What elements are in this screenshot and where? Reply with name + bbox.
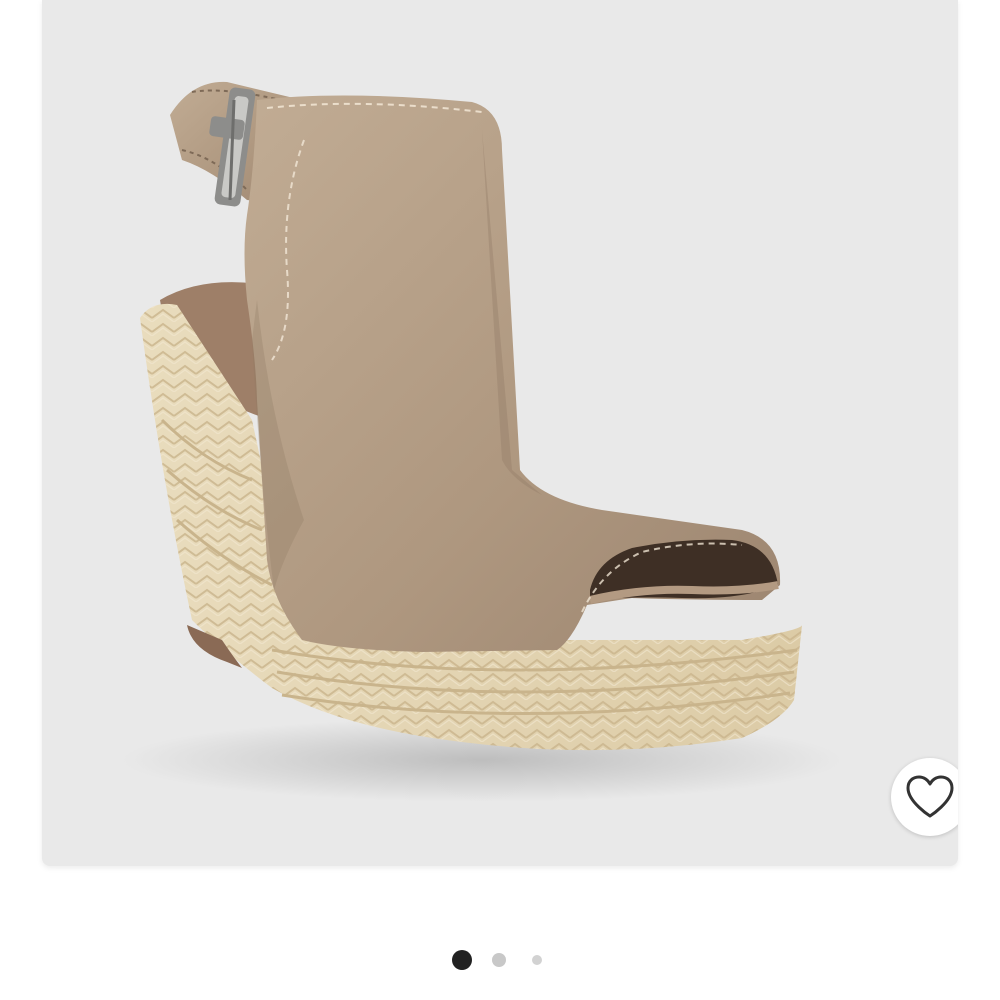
- product-image[interactable]: [42, 0, 958, 866]
- carousel-dot-2[interactable]: [492, 953, 506, 967]
- heart-outline-icon: [906, 775, 954, 818]
- carousel-indicators: [0, 950, 1000, 970]
- product-image-card[interactable]: [42, 0, 958, 866]
- carousel-dot-3[interactable]: [532, 955, 542, 965]
- carousel-dot-1-active[interactable]: [452, 950, 472, 970]
